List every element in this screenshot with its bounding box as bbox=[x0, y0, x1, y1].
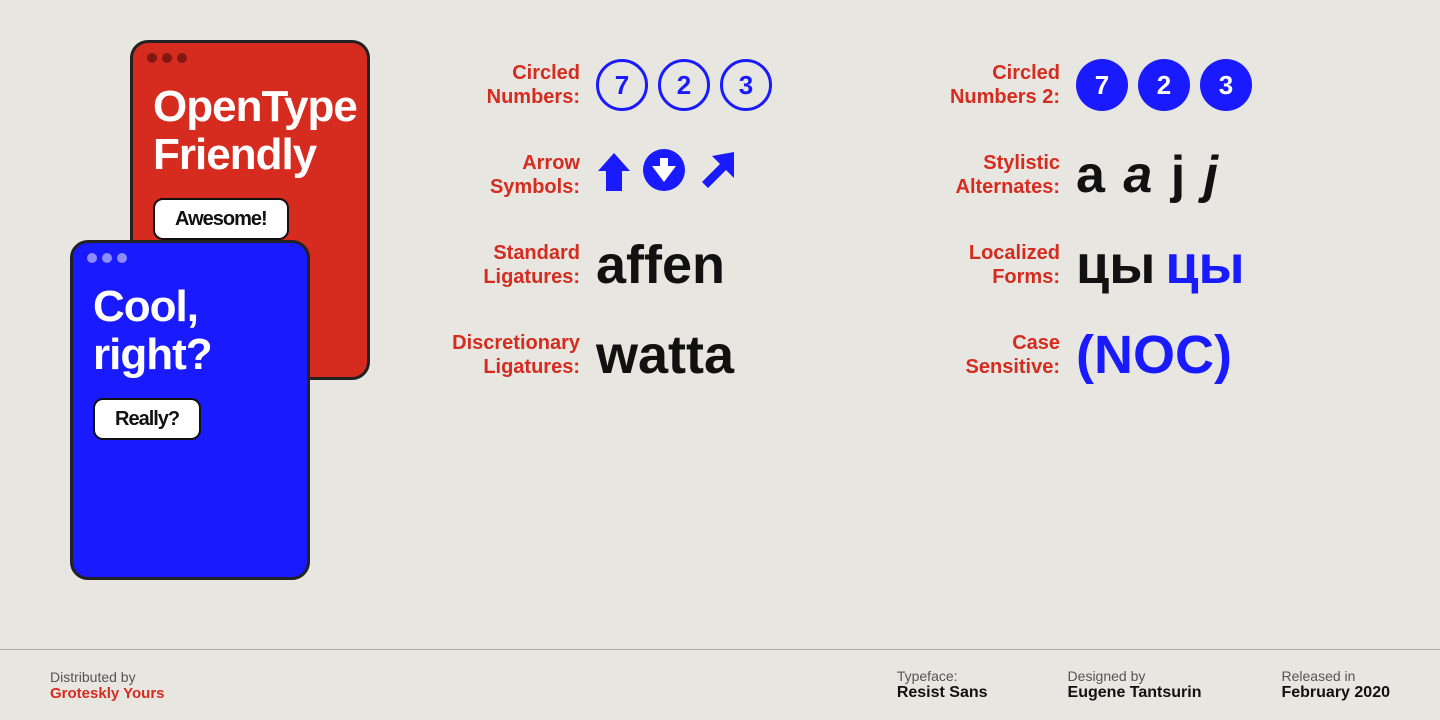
discretionary-ligatures-label: DiscretionaryLigatures: bbox=[440, 331, 580, 379]
case-sensitive-text: (NOC) bbox=[1076, 324, 1232, 386]
circled-numbers-2-value: 7 2 3 bbox=[1076, 59, 1252, 111]
localized-forms-value: цы цы bbox=[1076, 234, 1245, 296]
footer-info: Typeface: Resist Sans Designed by Eugene… bbox=[897, 668, 1390, 702]
circled-num-2: 2 bbox=[658, 59, 710, 111]
standard-ligatures-label: StandardLigatures: bbox=[440, 241, 580, 289]
designed-by-label: Designed by bbox=[1068, 668, 1202, 684]
feature-standard-ligatures: StandardLigatures: affen bbox=[430, 220, 910, 310]
typeface-label: Typeface: bbox=[897, 668, 988, 684]
phone-blue-dot2 bbox=[102, 253, 112, 263]
circled-numbers-label: CircledNumbers: bbox=[440, 61, 580, 109]
phone-blue: Cool, right? Really? bbox=[70, 240, 310, 580]
phone-red-dot3 bbox=[177, 53, 187, 63]
feature-localized-forms: LocalizedForms: цы цы bbox=[910, 220, 1390, 310]
circled-num-filled-7: 7 bbox=[1076, 59, 1128, 111]
phone-red-dot2 bbox=[162, 53, 172, 63]
phone-blue-body: Cool, right? Really? bbox=[73, 273, 307, 460]
arrow-diagonal-icon bbox=[696, 150, 736, 200]
phones-area: OpenType Friendly Awesome! Cool, right? … bbox=[50, 40, 390, 620]
designed-by-value: Eugene Tantsurin bbox=[1068, 684, 1202, 702]
footer-designed-by: Designed by Eugene Tantsurin bbox=[1068, 668, 1202, 702]
phone-blue-button: Really? bbox=[93, 398, 201, 440]
arrow-symbols-value bbox=[596, 148, 736, 202]
main-container: OpenType Friendly Awesome! Cool, right? … bbox=[0, 0, 1440, 720]
circled-num-7: 7 bbox=[596, 59, 648, 111]
localized-text-2: цы bbox=[1165, 234, 1244, 296]
ligature-text: affen bbox=[596, 234, 725, 296]
case-sensitive-value: (NOC) bbox=[1076, 324, 1232, 386]
feature-circled-numbers-2: CircledNumbers 2: 7 2 3 bbox=[910, 40, 1390, 130]
arrow-symbols-label: ArrowSymbols: bbox=[440, 151, 580, 199]
stylistic-val-text: a a j j bbox=[1076, 145, 1220, 205]
distributed-by-label: Distributed by bbox=[50, 669, 165, 685]
standard-ligatures-value: affen bbox=[596, 234, 725, 296]
stylistic-alternates-label: StylisticAlternates: bbox=[920, 151, 1060, 199]
footer-distributed-by: Distributed by Groteskly Yours bbox=[50, 669, 165, 702]
phone-red-dot1 bbox=[147, 53, 157, 63]
localized-text-1: цы bbox=[1076, 234, 1155, 296]
typeface-value: Resist Sans bbox=[897, 684, 988, 702]
phone-blue-heading: Cool, right? bbox=[93, 283, 287, 380]
stylistic-alternates-value: a a j j bbox=[1076, 145, 1220, 205]
arrow-up-icon bbox=[596, 151, 632, 200]
feature-stylistic-alternates: StylisticAlternates: a a j j bbox=[910, 130, 1390, 220]
phone-red-body: OpenType Friendly Awesome! bbox=[133, 73, 367, 260]
top-section: OpenType Friendly Awesome! Cool, right? … bbox=[0, 0, 1440, 649]
phone-blue-dot3 bbox=[117, 253, 127, 263]
discretionary-ligatures-value: watta bbox=[596, 324, 734, 386]
circled-numbers-value: 7 2 3 bbox=[596, 59, 772, 111]
features-grid: CircledNumbers: 7 2 3 CircledNumbers 2: … bbox=[390, 40, 1390, 400]
disc-ligature-text: watta bbox=[596, 324, 734, 386]
localized-forms-label: LocalizedForms: bbox=[920, 241, 1060, 289]
footer: Distributed by Groteskly Yours Typeface:… bbox=[0, 649, 1440, 720]
phone-red-heading: OpenType Friendly bbox=[153, 83, 347, 180]
case-sensitive-label: CaseSensitive: bbox=[920, 331, 1060, 379]
arrow-down-circle-icon bbox=[642, 148, 686, 202]
phone-red-titlebar bbox=[133, 43, 367, 73]
footer-typeface: Typeface: Resist Sans bbox=[897, 668, 988, 702]
circled-num-filled-2: 2 bbox=[1138, 59, 1190, 111]
feature-case-sensitive: CaseSensitive: (NOC) bbox=[910, 310, 1390, 400]
released-value: February 2020 bbox=[1281, 684, 1390, 702]
distributed-by-name: Groteskly Yours bbox=[50, 685, 165, 702]
circled-num-filled-3: 3 bbox=[1200, 59, 1252, 111]
footer-released: Released in February 2020 bbox=[1281, 668, 1390, 702]
feature-circled-numbers: CircledNumbers: 7 2 3 bbox=[430, 40, 910, 130]
phone-blue-dot1 bbox=[87, 253, 97, 263]
phone-red-button: Awesome! bbox=[153, 198, 289, 240]
phone-blue-titlebar bbox=[73, 243, 307, 273]
circled-num-3: 3 bbox=[720, 59, 772, 111]
feature-arrow-symbols: ArrowSymbols: bbox=[430, 130, 910, 220]
feature-discretionary-ligatures: DiscretionaryLigatures: watta bbox=[430, 310, 910, 400]
released-label: Released in bbox=[1281, 668, 1390, 684]
circled-numbers-2-label: CircledNumbers 2: bbox=[920, 61, 1060, 109]
